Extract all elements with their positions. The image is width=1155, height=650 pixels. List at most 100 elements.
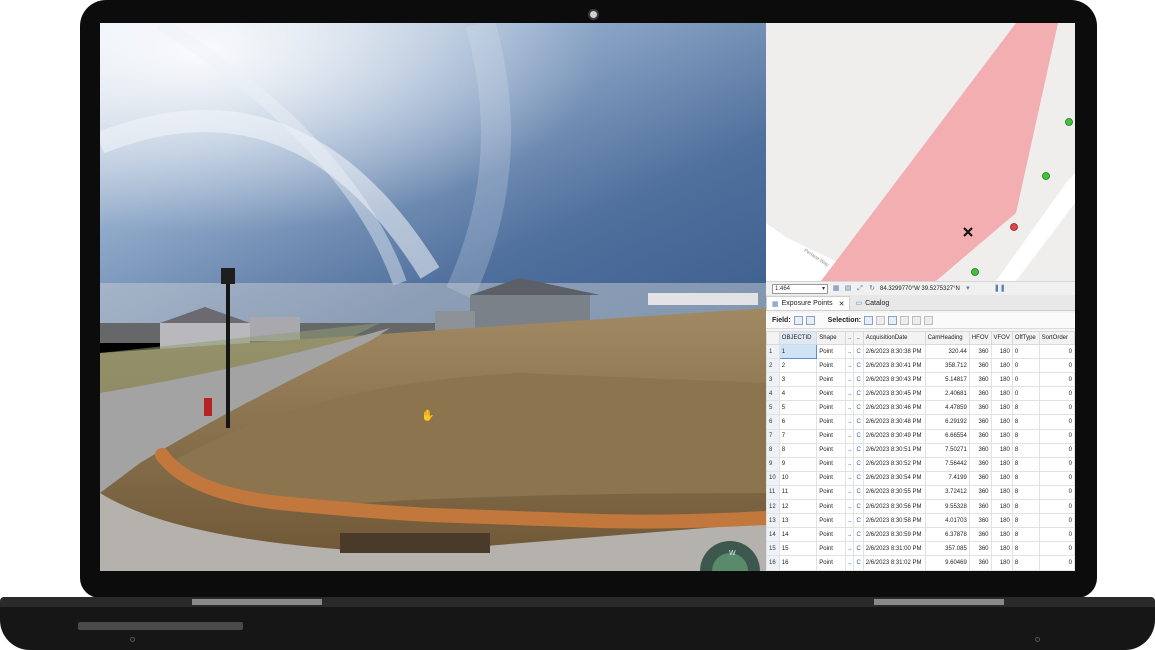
cell-hfov: 360	[968, 414, 992, 430]
cell-offtype: 0	[1011, 343, 1040, 360]
table-row[interactable]: 6 6 Point.. C 2/6/2023 8:30:48 PM 6.29192 360 1…	[766, 414, 1075, 430]
rotate-icon[interactable]: ↻	[868, 285, 876, 293]
cell-collapsed: C	[853, 555, 864, 571]
column-header-collapsed[interactable]: ..	[853, 331, 864, 345]
clear-selection-icon[interactable]	[900, 316, 910, 325]
table-row[interactable]: 12 12 Point.. C 2/6/2023 8:30:56 PM 9.55328 36…	[766, 499, 1075, 515]
cell-hfov: 360	[968, 428, 992, 444]
cell-camheading: 5.14817	[924, 372, 970, 388]
hand-cursor-icon: ✋	[421, 410, 435, 422]
cell-offtype: 8	[1011, 484, 1040, 501]
webcam	[588, 9, 599, 20]
panorama-viewer[interactable]: W ✋	[100, 23, 766, 571]
cell-acquisitiondate: 2/6/2023 8:30:51 PM	[862, 442, 926, 458]
laptop-frame: W ✋ Perlane Way 1:464 ▾ ▦ ▤ ⤢ ↻ 84.32997…	[0, 0, 1155, 650]
zoom-to-selection-icon[interactable]	[876, 316, 886, 325]
cell-collapsed: C	[853, 358, 864, 374]
table-row[interactable]: 1 1 Point.. C 2/6/2023 8:30:38 PM 320.44 360 18…	[766, 343, 1075, 360]
column-header-offtype[interactable]: OffType	[1011, 331, 1040, 345]
cell-objectid: 6	[778, 414, 818, 430]
cell-collapsed: ..	[845, 400, 855, 416]
switch-selection-icon[interactable]	[888, 316, 898, 325]
cell-sortorder: 0	[1038, 484, 1075, 501]
cell-objectid: 1	[778, 343, 818, 360]
map-canvas[interactable]	[766, 23, 1075, 288]
cell-sortorder: 0	[1038, 470, 1075, 486]
column-header-sortorder[interactable]: SortOrder	[1038, 331, 1075, 345]
column-header-collapsed[interactable]: ..	[845, 331, 855, 345]
close-icon[interactable]: ✕	[839, 300, 845, 308]
cell-objectid: 8	[778, 442, 818, 458]
column-header-vfov[interactable]: VFOV	[990, 331, 1013, 345]
cell-offtype: 0	[1011, 372, 1040, 388]
table-icon[interactable]: ▦	[832, 285, 840, 293]
cell-offtype: 0	[1011, 358, 1040, 374]
cell-camheading: 3.72412	[924, 484, 970, 501]
tab-catalog[interactable]: ▭ Catalog	[850, 296, 894, 310]
cell-acquisitiondate: 2/6/2023 8:30:43 PM	[862, 372, 926, 388]
calculate-field-icon[interactable]	[805, 316, 815, 325]
expand-icon[interactable]: ⤢	[856, 285, 864, 293]
row-number: 14	[766, 527, 780, 543]
cell-vfov: 180	[990, 555, 1013, 571]
cell-shape: Point	[816, 386, 847, 402]
cell-sortorder: 0	[1038, 386, 1075, 402]
add-field-icon[interactable]	[793, 316, 803, 325]
table-row[interactable]: 9 9 Point.. C 2/6/2023 8:30:52 PM 7.56442 360 1…	[766, 456, 1075, 472]
attribute-table[interactable]: OBJECTID Shape .. .. AcquisitionDate Cam…	[766, 331, 1075, 571]
cell-vfov: 180	[990, 513, 1013, 529]
column-header-camheading[interactable]: CamHeading	[924, 331, 970, 345]
cell-sortorder: 0	[1038, 358, 1075, 374]
cell-collapsed: C	[853, 470, 864, 486]
cell-objectid: 11	[778, 484, 818, 501]
row-number: 5	[766, 400, 780, 416]
table-row[interactable]: 15 15 Point.. C 2/6/2023 8:31:00 PM 357.085 36…	[766, 541, 1075, 557]
cell-collapsed: C	[853, 428, 864, 444]
cell-offtype: 8	[1011, 513, 1040, 529]
grid-icon[interactable]: ▤	[844, 285, 852, 293]
table-row[interactable]: 16 16 Point.. C 2/6/2023 8:31:02 PM 9.60469 36…	[766, 555, 1075, 571]
row-number: 10	[766, 470, 780, 486]
cell-hfov: 360	[968, 484, 992, 501]
scale-select[interactable]: 1:464 ▾	[772, 283, 828, 294]
map-view[interactable]: Perlane Way	[766, 23, 1075, 288]
cell-shape: Point	[816, 513, 847, 529]
table-row[interactable]: 13 13 Point.. C 2/6/2023 8:30:58 PM 4.01703 36…	[766, 513, 1075, 529]
cell-acquisitiondate: 2/6/2023 8:30:48 PM	[862, 414, 926, 430]
row-number: 2	[766, 358, 780, 374]
tab-exposure-points[interactable]: ▦ Exposure Points ✕	[766, 296, 851, 310]
table-row[interactable]: 10 10 Point.. C 2/6/2023 8:30:54 PM 7.4199 360…	[766, 470, 1075, 486]
cell-offtype: 8	[1011, 442, 1040, 458]
column-header-acquisitiondate[interactable]: AcquisitionDate	[862, 331, 926, 345]
cell-offtype: 8	[1011, 555, 1040, 571]
select-by-attributes-icon[interactable]	[864, 316, 874, 325]
table-row[interactable]: 2 2 Point.. C 2/6/2023 8:30:41 PM 358.712 360 1…	[766, 358, 1075, 374]
cell-collapsed: C	[853, 456, 864, 472]
table-icon: ▦	[772, 300, 779, 308]
cell-collapsed: ..	[845, 470, 855, 486]
table-row[interactable]: 3 3 Point.. C 2/6/2023 8:30:43 PM 5.14817 360 1…	[766, 372, 1075, 388]
pause-icon[interactable]: ❚❚	[994, 285, 1006, 293]
chevron-down-icon[interactable]: ▾	[964, 285, 972, 293]
cell-collapsed: ..	[845, 358, 855, 374]
table-row[interactable]: 8 8 Point.. C 2/6/2023 8:30:51 PM 7.50271 360 1…	[766, 442, 1075, 458]
column-header-shape[interactable]: Shape	[816, 331, 847, 345]
column-header-objectid[interactable]: OBJECTID	[778, 331, 818, 345]
cell-objectid: 14	[778, 527, 818, 543]
table-row[interactable]: 4 4 Point.. C 2/6/2023 8:30:45 PM 2.40681 360 1…	[766, 386, 1075, 402]
cell-sortorder: 0	[1038, 555, 1075, 571]
cell-camheading: 2.40681	[924, 386, 970, 402]
delete-selection-icon[interactable]	[912, 316, 922, 325]
table-row[interactable]: 14 14 Point.. C 2/6/2023 8:30:59 PM 6.37878 36…	[766, 527, 1075, 543]
cell-objectid: 5	[778, 400, 818, 416]
table-row[interactable]: 11 11 Point.. C 2/6/2023 8:30:55 PM 3.72412 36…	[766, 484, 1075, 501]
column-header-hfov[interactable]: HFOV	[968, 331, 992, 345]
cell-collapsed: C	[853, 400, 864, 416]
cell-camheading: 4.01703	[924, 513, 970, 529]
field-label: Field:	[772, 317, 791, 324]
copy-selection-icon[interactable]	[924, 316, 934, 325]
panorama-image[interactable]	[100, 23, 766, 571]
table-row[interactable]: 7 7 Point.. C 2/6/2023 8:30:49 PM 6.66554 360 1…	[766, 428, 1075, 444]
tab-label: Exposure Points	[781, 300, 833, 307]
table-row[interactable]: 5 5 Point.. C 2/6/2023 8:30:46 PM 4.47859 360 1…	[766, 400, 1075, 416]
